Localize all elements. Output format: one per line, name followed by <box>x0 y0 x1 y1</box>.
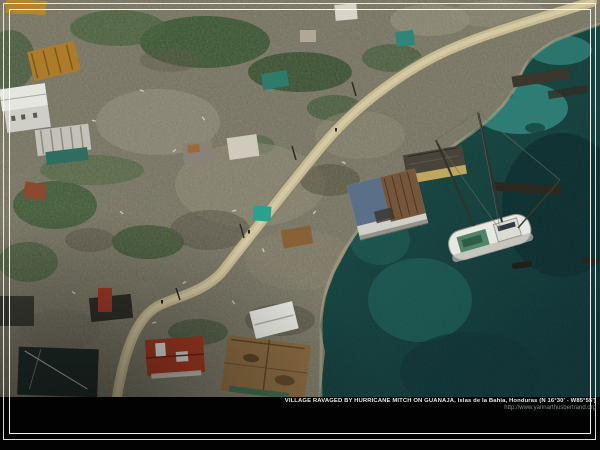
postcard-wallpaper: VILLAGE RAVAGED BY HURRICANE MITCH ON GU… <box>0 0 600 450</box>
aerial-photo <box>0 0 600 397</box>
photo-caption: VILLAGE RAVAGED BY HURRICANE MITCH ON GU… <box>285 398 596 405</box>
caption-block: VILLAGE RAVAGED BY HURRICANE MITCH ON GU… <box>285 398 596 412</box>
vignette <box>0 0 600 397</box>
photo-credit-url: http://www.yannarthusbertrand.org <box>285 405 596 412</box>
caption-band: VILLAGE RAVAGED BY HURRICANE MITCH ON GU… <box>0 397 600 450</box>
